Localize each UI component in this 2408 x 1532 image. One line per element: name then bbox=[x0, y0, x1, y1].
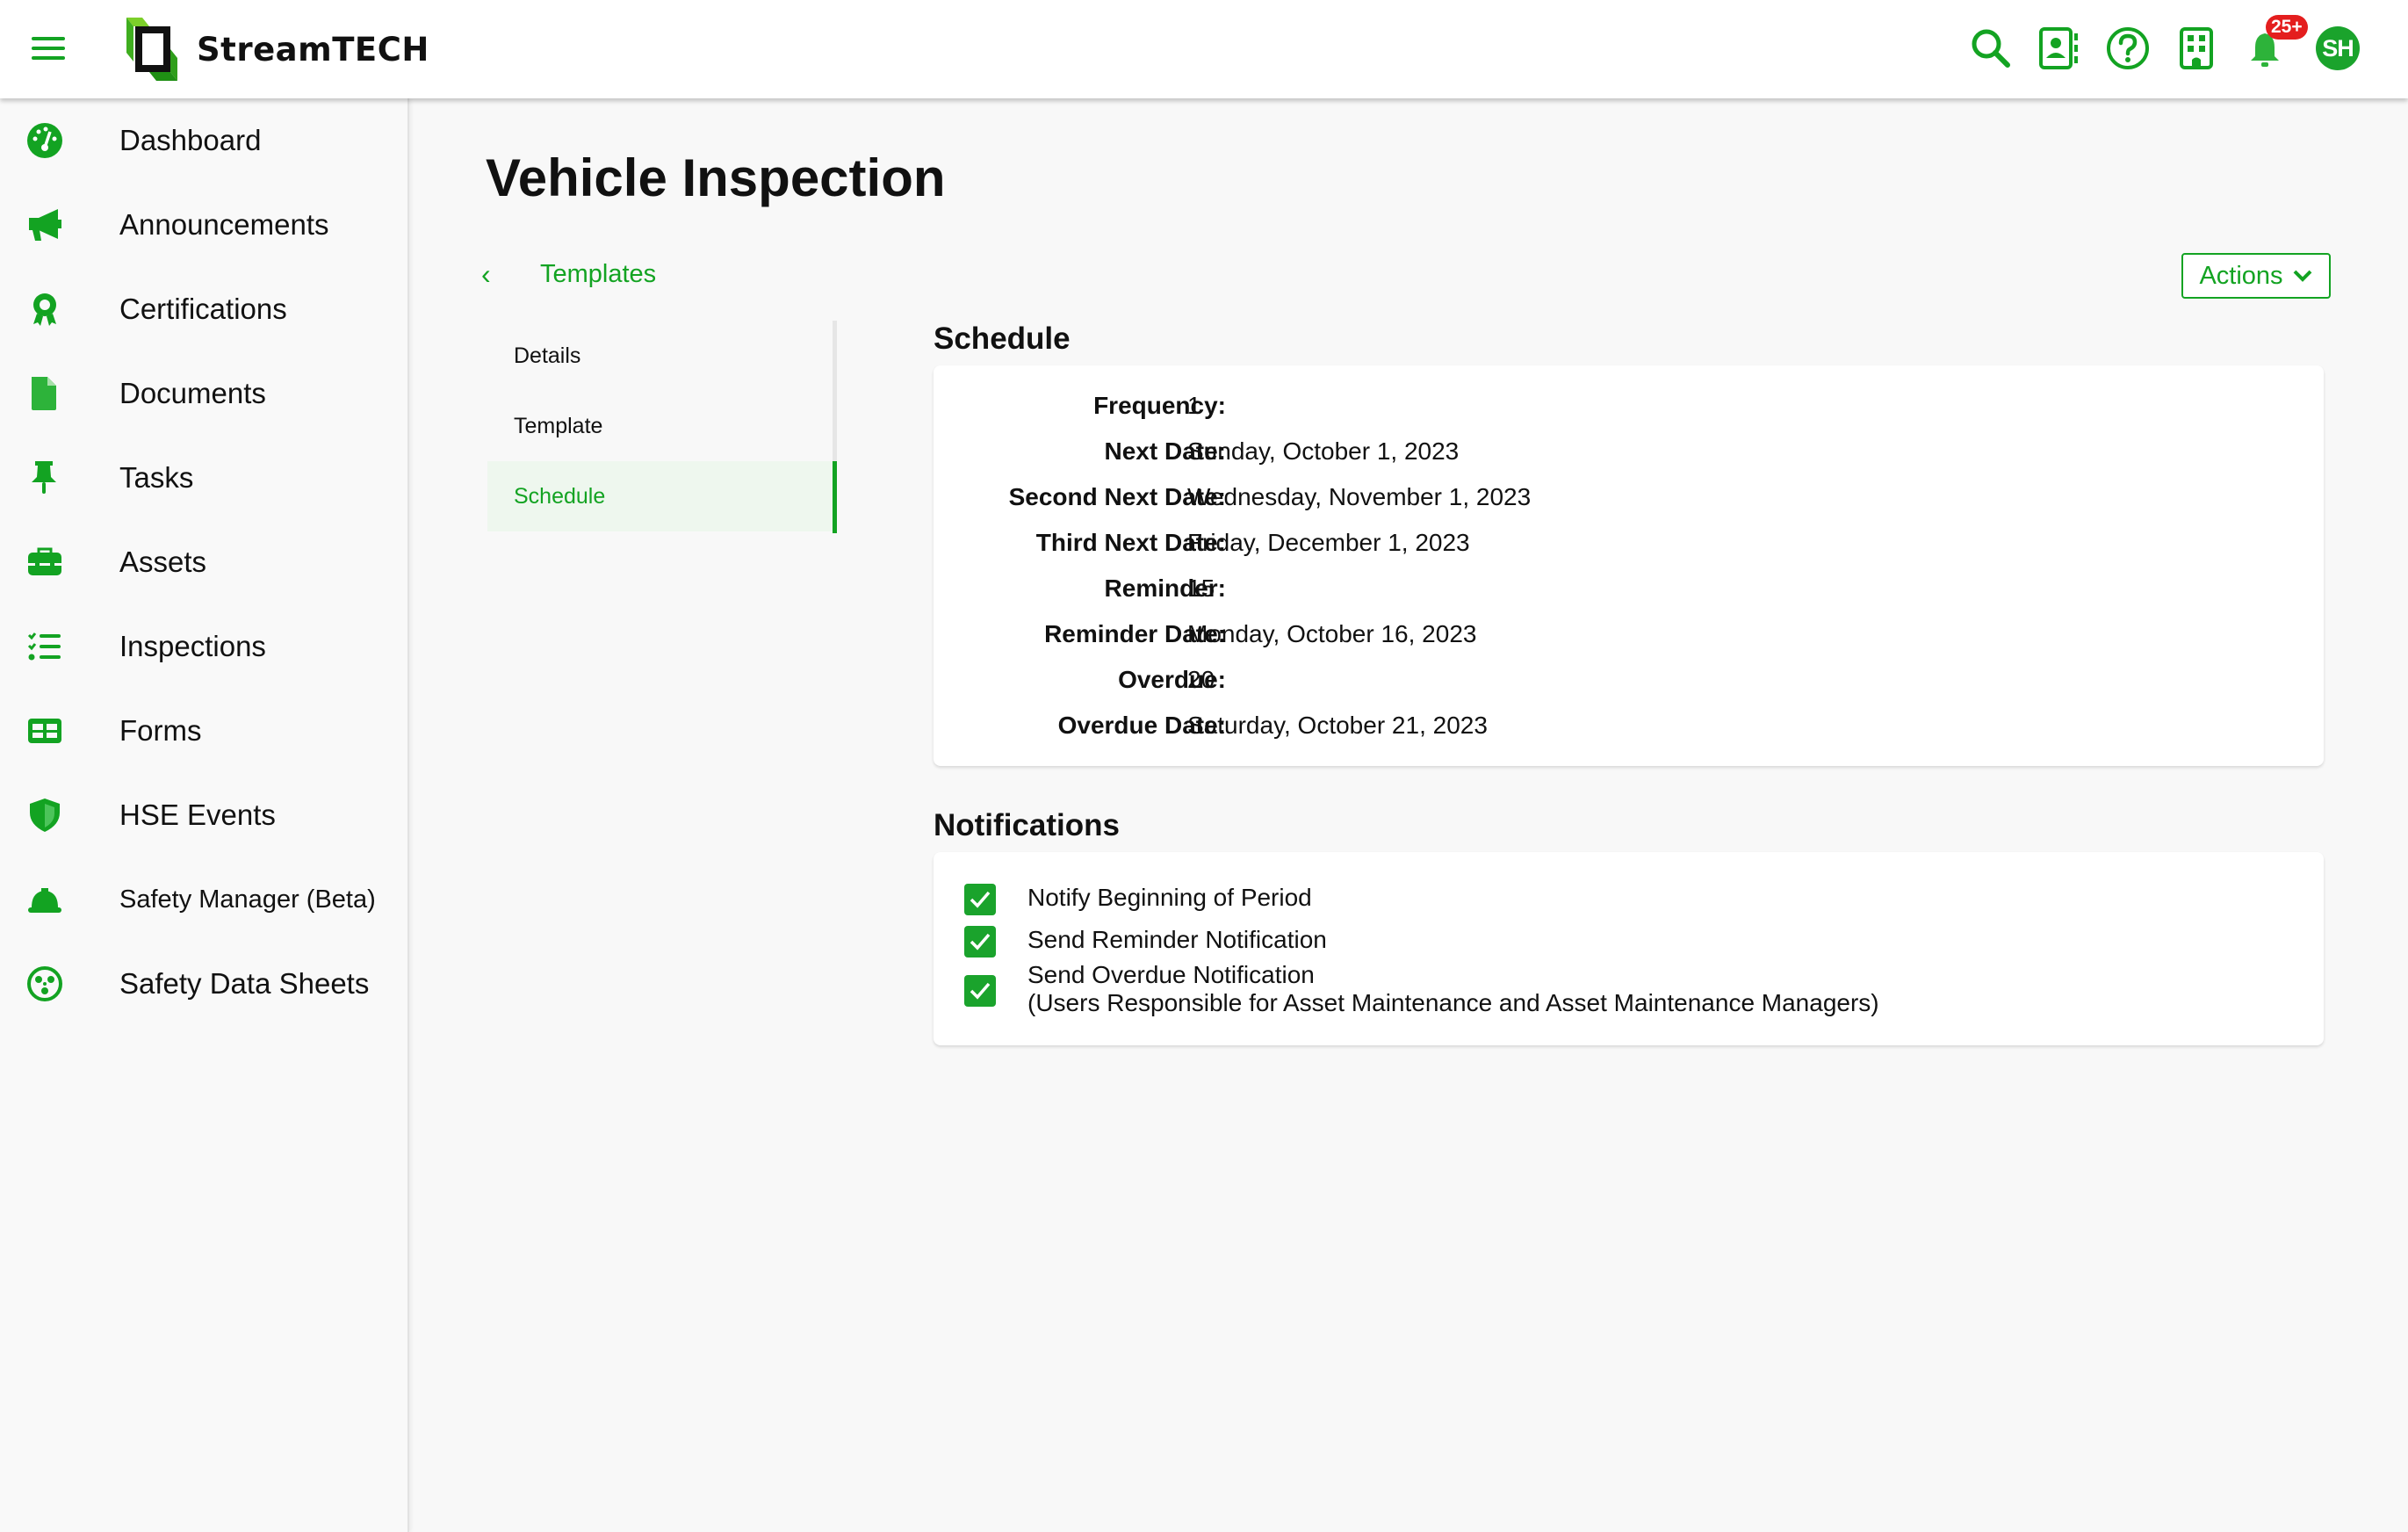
sidebar-item-label: Announcements bbox=[119, 208, 329, 241]
sidebar-item-label: Safety Manager (Beta) bbox=[119, 885, 376, 914]
subnav-schedule[interactable]: Schedule bbox=[487, 461, 833, 531]
schedule-row-next-date: Next Date: Sunday, October 1, 2023 bbox=[934, 437, 2324, 473]
sidebar-item-label: Tasks bbox=[119, 461, 194, 494]
send-overdue-sublabel: (Users Responsible for Asset Maintenance… bbox=[1027, 989, 1879, 1016]
table-icon bbox=[26, 712, 63, 749]
send-overdue-label: Send Overdue Notification bbox=[1027, 961, 1315, 988]
sidebar-item-inspections[interactable]: Inspections bbox=[0, 607, 407, 686]
schedule-row-second-next-date: Second Next Date: Wednesday, November 1, … bbox=[934, 483, 2324, 518]
sidebar-item-label: Safety Data Sheets bbox=[119, 967, 370, 1000]
row-value: Friday, December 1, 2023 bbox=[1187, 529, 1470, 556]
hazard-icon bbox=[26, 965, 63, 1002]
subnav-details[interactable]: Details bbox=[487, 321, 833, 391]
template-subnav: Details Template Schedule bbox=[487, 321, 837, 533]
sidebar-item-tasks[interactable]: Tasks bbox=[0, 438, 407, 517]
send-reminder-label: Send Reminder Notification bbox=[1027, 926, 1327, 953]
sidebar-item-certifications[interactable]: Certifications bbox=[0, 270, 407, 349]
row-value: Wednesday, November 1, 2023 bbox=[1187, 483, 1532, 510]
schedule-card: Frequency: 1 Next Date: Sunday, October 1,… bbox=[934, 365, 2324, 766]
schedule-heading: Schedule bbox=[934, 322, 1071, 356]
sidebar-item-hse-events[interactable]: HSE Events bbox=[0, 776, 407, 855]
pushpin-icon bbox=[26, 459, 63, 496]
shield-icon bbox=[26, 797, 63, 834]
send-overdue-checkbox[interactable] bbox=[964, 975, 996, 1007]
row-value: 15 bbox=[1187, 574, 1215, 602]
subnav-template[interactable]: Template bbox=[487, 391, 833, 461]
dashboard-icon bbox=[26, 122, 63, 159]
notify-beginning-checkbox[interactable] bbox=[964, 884, 996, 915]
search-icon[interactable] bbox=[1967, 25, 2015, 72]
sidebar-item-label: Forms bbox=[119, 714, 202, 747]
building-icon[interactable] bbox=[2173, 25, 2220, 72]
chevron-left-icon[interactable]: ‹ bbox=[481, 258, 491, 291]
contacts-icon[interactable] bbox=[2036, 25, 2083, 72]
schedule-row-overdue: Overdue: 20 bbox=[934, 666, 2324, 701]
check-icon bbox=[970, 891, 991, 908]
sidebar-item-documents[interactable]: Documents bbox=[0, 354, 407, 433]
row-value: Monday, October 16, 2023 bbox=[1187, 620, 1477, 647]
schedule-row-reminder: Reminder: 15 bbox=[934, 574, 2324, 610]
subnav-label: Schedule bbox=[514, 484, 606, 509]
toolbox-icon bbox=[26, 544, 63, 581]
sidebar-item-label: Documents bbox=[119, 377, 266, 409]
notification-badge: 25+ bbox=[2266, 15, 2308, 40]
sidebar-item-label: Assets bbox=[119, 546, 207, 578]
active-indicator bbox=[833, 461, 837, 533]
checklist-icon bbox=[26, 628, 63, 665]
hardhat-icon bbox=[26, 881, 63, 918]
schedule-row-third-next-date: Third Next Date: Friday, December 1, 2023 bbox=[934, 529, 2324, 564]
subnav-label: Details bbox=[514, 343, 581, 368]
sidebar-item-label: Inspections bbox=[119, 630, 266, 662]
top-header: StreamTECH 25+ SH bbox=[0, 0, 2408, 98]
notifications-card: Notify Beginning of Period Send Reminder… bbox=[934, 852, 2324, 1045]
back-to-templates-link[interactable]: Templates bbox=[540, 260, 656, 289]
logo-mark-icon bbox=[125, 16, 191, 83]
sidebar-item-label: Certifications bbox=[119, 293, 287, 325]
notifications-heading: Notifications bbox=[934, 808, 1120, 842]
send-reminder-checkbox[interactable] bbox=[964, 926, 996, 958]
notify-beginning-label: Notify Beginning of Period bbox=[1027, 884, 1312, 911]
chevron-down-icon bbox=[2293, 270, 2311, 282]
actions-dropdown-button[interactable]: Actions bbox=[2181, 253, 2331, 299]
sidebar-item-label: HSE Events bbox=[119, 799, 276, 831]
brand-name: StreamTECH bbox=[197, 30, 429, 69]
schedule-row-overdue-date: Overdue Date: Saturday, October 21, 2023 bbox=[934, 712, 2324, 747]
check-icon bbox=[970, 933, 991, 950]
check-icon bbox=[970, 982, 991, 1000]
document-icon bbox=[26, 375, 63, 412]
subnav-label: Template bbox=[514, 414, 603, 438]
help-icon[interactable] bbox=[2104, 25, 2152, 72]
row-value: 20 bbox=[1187, 666, 1215, 693]
row-value: 1 bbox=[1187, 392, 1201, 419]
sidebar-item-label: Dashboard bbox=[119, 124, 262, 156]
logo[interactable]: StreamTECH bbox=[125, 16, 429, 83]
schedule-row-reminder-date: Reminder Date: Monday, October 16, 2023 bbox=[934, 620, 2324, 655]
row-value: Sunday, October 1, 2023 bbox=[1187, 437, 1460, 465]
menu-icon[interactable] bbox=[32, 37, 65, 61]
sidebar-item-safety-data-sheets[interactable]: Safety Data Sheets bbox=[0, 944, 407, 1023]
sidebar-item-dashboard[interactable]: Dashboard bbox=[0, 101, 407, 180]
page-title: Vehicle Inspection bbox=[486, 148, 946, 207]
row-value: Saturday, October 21, 2023 bbox=[1187, 712, 1488, 739]
sidebar-item-safety-manager[interactable]: Safety Manager (Beta) bbox=[0, 860, 407, 939]
user-avatar[interactable]: SH bbox=[2316, 26, 2360, 70]
row-label: Frequency: bbox=[1093, 392, 1226, 419]
megaphone-icon bbox=[26, 206, 63, 243]
sidebar-item-forms[interactable]: Forms bbox=[0, 691, 407, 770]
sidebar-item-assets[interactable]: Assets bbox=[0, 523, 407, 602]
sidebar: Dashboard Announcements Certifications D… bbox=[0, 98, 409, 1532]
sidebar-item-announcements[interactable]: Announcements bbox=[0, 185, 407, 264]
schedule-row-frequency: Frequency: 1 bbox=[934, 392, 2324, 427]
certificate-icon bbox=[26, 291, 63, 328]
actions-label: Actions bbox=[2199, 261, 2283, 290]
